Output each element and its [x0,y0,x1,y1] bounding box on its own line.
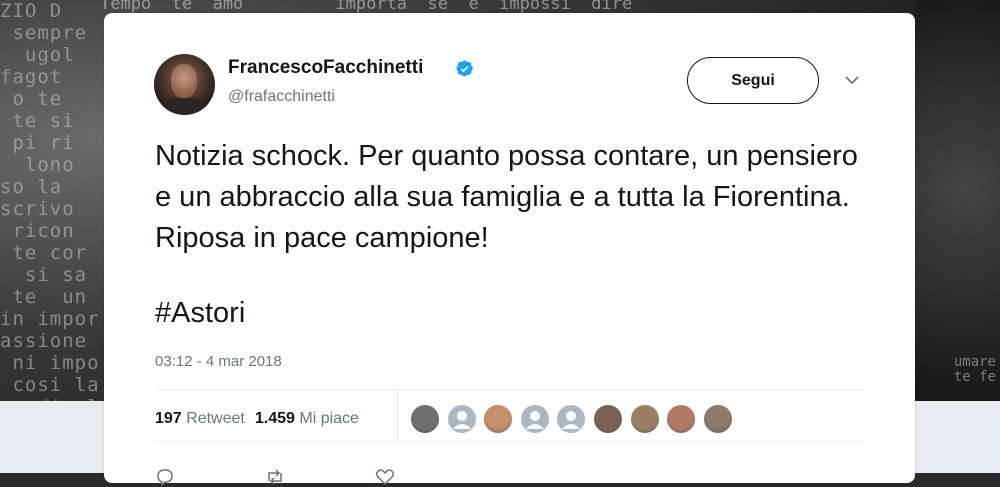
like-count: 1.459 [254,410,295,427]
heart-icon[interactable] [375,467,395,487]
liker-avatar[interactable] [665,403,698,435]
liker-avatar[interactable] [482,403,515,435]
liker-avatar[interactable] [701,403,734,435]
tweet-timestamp[interactable]: 03:12 - 4 mar 2018 [155,353,282,370]
follow-button[interactable]: Segui [687,57,819,104]
retweet-count: 197 [155,410,182,427]
hashtag-link[interactable]: #Astori [155,297,245,330]
background-texture: Tempo te amo importa se e impossi dire [100,0,633,14]
divider [397,389,398,441]
like-label: Mi piace [299,410,359,427]
liker-avatar[interactable] [518,403,551,435]
tweet-stats: 197 Retweet 1.459 Mi piace [155,410,359,428]
reply-icon[interactable] [155,467,175,487]
liker-avatar[interactable] [409,403,441,435]
like-stat[interactable]: 1.459 Mi piace [255,410,359,428]
tweet-card: FrancescoFacchinetti @frafacchinetti Seg… [104,13,915,487]
tweet-actions [155,467,395,487]
liker-avatar[interactable] [592,403,624,435]
chevron-down-icon[interactable] [845,75,859,85]
liker-avatar[interactable] [555,403,588,435]
verified-badge-icon [456,60,473,77]
tweet-text: Notizia schock. Per quanto possa contare… [155,140,858,254]
avatar[interactable] [154,54,215,115]
display-name[interactable]: FrancescoFacchinetti [228,57,423,79]
retweet-stat[interactable]: 197 Retweet [155,410,245,428]
liker-avatar[interactable] [445,403,478,435]
divider [155,441,864,442]
retweet-label: Retweet [186,410,245,427]
retweet-icon[interactable] [265,467,285,487]
user-handle[interactable]: @frafacchinetti [228,88,335,106]
divider [155,389,864,390]
liker-avatar[interactable] [628,403,661,435]
